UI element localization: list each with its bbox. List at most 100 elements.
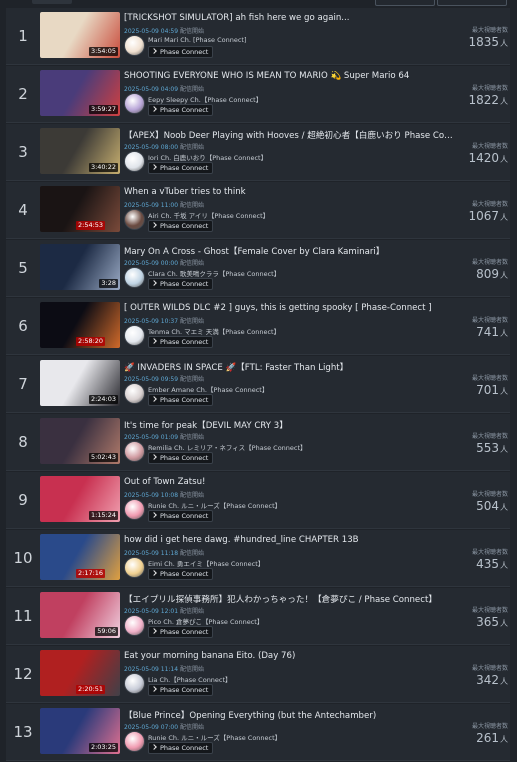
video-title-link[interactable]: 🚀 INVADERS IN SPACE 🚀【FTL: Faster Than L… (124, 361, 454, 373)
phase-connect-icon (151, 454, 158, 461)
sort-button[interactable] (437, 0, 507, 6)
video-thumbnail[interactable]: 3:59:27 (40, 70, 120, 116)
video-thumbnail[interactable]: 2:24:03 (40, 360, 120, 406)
channel-avatar[interactable] (124, 441, 145, 462)
phase-connect-badge[interactable]: Phase Connect (148, 336, 214, 348)
video-title-link[interactable]: When a vTuber tries to think (124, 187, 454, 197)
video-title-link[interactable]: 【エイプリル探偵事務所】犯人わかっちゃった！【倉夢ぴこ / Phase Conn… (124, 593, 454, 605)
video-title-link[interactable]: Mary On A Cross - Ghost【Female Cover by … (124, 245, 454, 257)
phase-connect-badge[interactable]: Phase Connect (148, 626, 214, 638)
video-title-link[interactable]: Eat your morning banana Eito. (Day 76) (124, 651, 454, 661)
video-thumbnail[interactable]: 2:20:51 (40, 650, 120, 696)
stream-row[interactable]: 4 2:54:53 When a vTuber tries to think 2… (6, 182, 510, 239)
channel-name-link[interactable]: Airi Ch. 千坂 アイリ【Phase Connect】 (148, 210, 269, 220)
start-label: 配信開始 (180, 28, 205, 35)
rank-number: 9 (18, 491, 28, 509)
channel-name-link[interactable]: Iori Ch. 白鹿いおり【Phase Connect】 (148, 152, 267, 162)
video-thumbnail[interactable]: 2:17:16 (40, 534, 120, 580)
channel-avatar[interactable] (124, 557, 145, 578)
video-thumbnail[interactable]: 2:58:20 (40, 302, 120, 348)
video-title-link[interactable]: It's time for peak【DEVIL MAY CRY 3】 (124, 419, 454, 431)
start-label: 配信開始 (180, 550, 205, 557)
channel-name-link[interactable]: Tenma Ch. マエミ 天満【Phase Connect】 (148, 326, 280, 336)
channel-name-link[interactable]: Ember Amane Ch.【Phase Connect】 (148, 384, 268, 394)
max-viewers-label: 最大視聴者数 (471, 143, 508, 150)
video-thumbnail[interactable]: 2:54:53 (40, 186, 120, 232)
phase-connect-badge[interactable]: Phase Connect (148, 510, 214, 522)
stream-row[interactable]: 8 5:02:43 It's time for peak【DEVIL MAY C… (6, 414, 510, 471)
viewers-number: 1067 (468, 209, 499, 223)
phase-connect-badge[interactable]: Phase Connect (148, 684, 214, 696)
video-title-link[interactable]: how did i get here dawg. #hundred_line C… (124, 535, 454, 545)
rank-number: 2 (18, 85, 28, 103)
video-thumbnail[interactable]: 59:06 (40, 592, 120, 638)
stream-date: 2025-05-09 04:09 (124, 86, 179, 93)
max-viewers-count: 701人 (476, 383, 508, 397)
channel-avatar[interactable] (124, 615, 145, 636)
channel-avatar[interactable] (124, 209, 145, 230)
stream-row[interactable]: 1 3:54:05 [TRICKSHOT SIMULATOR] ah fish … (6, 8, 510, 65)
stream-row[interactable]: 7 2:24:03 🚀 INVADERS IN SPACE 🚀【FTL: Fas… (6, 356, 510, 413)
viewers-unit: 人 (500, 155, 508, 164)
video-title-link[interactable]: [TRICKSHOT SIMULATOR] ah fish here we go… (124, 13, 454, 23)
phase-connect-badge[interactable]: Phase Connect (148, 46, 214, 58)
stream-row[interactable]: 13 2:03:25 【Blue Prince】Opening Everythi… (6, 704, 510, 761)
phase-connect-badge[interactable]: Phase Connect (148, 104, 214, 116)
video-thumbnail[interactable]: 3:40:22 (40, 128, 120, 174)
header-tab[interactable] (32, 0, 72, 4)
max-viewers-label: 最大視聴者数 (471, 607, 508, 614)
video-title-link[interactable]: 【APEX】Noob Deer Playing with Hooves / 超絶… (124, 129, 454, 141)
channel-avatar[interactable] (124, 731, 145, 752)
stream-row[interactable]: 5 3:28 Mary On A Cross - Ghost【Female Co… (6, 240, 510, 297)
duration-badge: 2:24:03 (88, 395, 118, 404)
channel-name-link[interactable]: Remilia Ch. レミリア・ネフィス【Phase Connect】 (148, 442, 307, 452)
start-label: 配信開始 (180, 666, 205, 673)
channel-avatar[interactable] (124, 151, 145, 172)
phase-connect-badge[interactable]: Phase Connect (148, 278, 214, 290)
stream-row[interactable]: 12 2:20:51 Eat your morning banana Eito.… (6, 646, 510, 703)
channel-avatar[interactable] (124, 673, 145, 694)
video-thumbnail[interactable]: 3:28 (40, 244, 120, 290)
channel-name-link[interactable]: Eepy Sleepy Ch.【Phase Connect】 (148, 94, 262, 104)
viewers-number: 701 (476, 383, 499, 397)
stream-row[interactable]: 3 3:40:22 【APEX】Noob Deer Playing with H… (6, 124, 510, 181)
stream-date: 2025-05-09 10:37 (124, 318, 179, 325)
channel-name-link[interactable]: Eimi Ch. 勇エイミ【Phase Connect】 (148, 558, 264, 568)
stream-row[interactable]: 2 3:59:27 SHOOTING EVERYONE WHO IS MEAN … (6, 66, 510, 123)
channel-avatar[interactable] (124, 35, 145, 56)
channel-name-link[interactable]: Mari Mari Ch. [Phase Connect] (148, 36, 246, 44)
video-thumbnail[interactable]: 2:03:25 (40, 708, 120, 754)
channel-avatar[interactable] (124, 499, 145, 520)
channel-avatar[interactable] (124, 383, 145, 404)
channel-name-link[interactable]: Pico Ch. 倉夢ぴこ【Phase Connect】 (148, 616, 263, 626)
video-thumbnail[interactable]: 1:15:24 (40, 476, 120, 522)
phase-connect-badge[interactable]: Phase Connect (148, 742, 214, 754)
phase-connect-badge[interactable]: Phase Connect (148, 162, 214, 174)
video-title-link[interactable]: 【Blue Prince】Opening Everything (but the… (124, 709, 454, 721)
channel-avatar[interactable] (124, 93, 145, 114)
video-thumbnail[interactable]: 5:02:43 (40, 418, 120, 464)
video-title-link[interactable]: Out of Town Zatsu! (124, 477, 454, 487)
channel-avatar[interactable] (124, 325, 145, 346)
channel-name-link[interactable]: Runie Ch. ルニ・ルーズ【Phase Connect】 (148, 500, 281, 510)
video-thumbnail[interactable]: 3:54:05 (40, 12, 120, 58)
filter-button[interactable] (375, 0, 435, 6)
phase-connect-badge[interactable]: Phase Connect (148, 394, 214, 406)
stream-row[interactable]: 11 59:06 【エイプリル探偵事務所】犯人わかっちゃった！【倉夢ぴこ / P… (6, 588, 510, 645)
channel-avatar[interactable] (124, 267, 145, 288)
badge-label: Phase Connect (160, 338, 209, 346)
phase-connect-badge[interactable]: Phase Connect (148, 220, 214, 232)
viewers-number: 1835 (468, 35, 499, 49)
phase-connect-badge[interactable]: Phase Connect (148, 452, 214, 464)
phase-connect-badge[interactable]: Phase Connect (148, 568, 214, 580)
channel-name-link[interactable]: Clara Ch. 歌美鳴クララ【Phase Connect】 (148, 268, 280, 278)
stream-row[interactable]: 6 2:58:20 [ OUTER WILDS DLC #2 ] guys, t… (6, 298, 510, 355)
badge-label: Phase Connect (160, 396, 209, 404)
video-title-link[interactable]: SHOOTING EVERYONE WHO IS MEAN TO MARIO 💫… (124, 71, 454, 81)
stream-row[interactable]: 9 1:15:24 Out of Town Zatsu! 2025-05-09 … (6, 472, 510, 529)
channel-name-link[interactable]: Lia Ch.【Phase Connect】 (148, 674, 232, 684)
channel-name-link[interactable]: Runie Ch. ルニ・ルーズ【Phase Connect】 (148, 732, 281, 742)
viewers-number: 342 (476, 673, 499, 687)
stream-row[interactable]: 10 2:17:16 how did i get here dawg. #hun… (6, 530, 510, 587)
video-title-link[interactable]: [ OUTER WILDS DLC #2 ] guys, this is get… (124, 303, 454, 313)
